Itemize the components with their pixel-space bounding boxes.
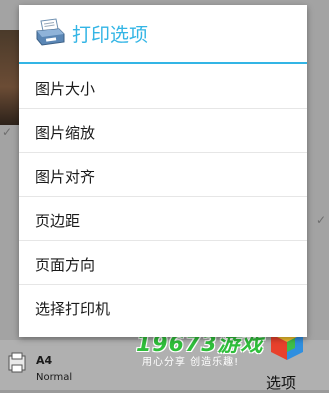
dialog-header: 打印选项	[19, 5, 307, 61]
menu-item-select-printer[interactable]: 选择打印机	[19, 285, 307, 329]
paper-icon	[8, 352, 26, 373]
menu-item-image-align[interactable]: 图片对齐	[19, 153, 307, 197]
menu-item-label: 图片对齐	[35, 168, 96, 186]
print-options-menu: 图片大小 图片缩放 图片对齐 页边距 页面方向 选择打印机	[19, 65, 307, 329]
menu-item-image-size[interactable]: 图片大小	[19, 65, 307, 109]
menu-item-label: 图片缩放	[35, 124, 96, 142]
check-icon: ✓	[316, 213, 327, 227]
check-icon: ✓	[2, 125, 13, 139]
dialog-divider	[19, 62, 307, 64]
print-options-dialog: 打印选项 图片大小 图片缩放 图片对齐 页边距 页面方向 选择打印机	[19, 5, 307, 337]
menu-item-label: 页边距	[35, 212, 81, 230]
menu-item-label: 选择打印机	[35, 300, 111, 318]
paper-quality-label: Normal	[36, 372, 73, 383]
menu-item-label: 页面方向	[35, 256, 96, 274]
background-photo-thumbnail	[0, 30, 20, 125]
paper-size-label: A4	[36, 354, 53, 367]
menu-item-margins[interactable]: 页边距	[19, 197, 307, 241]
dialog-title: 打印选项	[72, 24, 149, 46]
printer-icon	[36, 18, 65, 46]
menu-item-label: 图片大小	[35, 80, 96, 98]
menu-item-image-scale[interactable]: 图片缩放	[19, 109, 307, 153]
watermark-slogan: 用心分享 创造乐趣!	[142, 357, 240, 368]
menu-item-orientation[interactable]: 页面方向	[19, 241, 307, 285]
